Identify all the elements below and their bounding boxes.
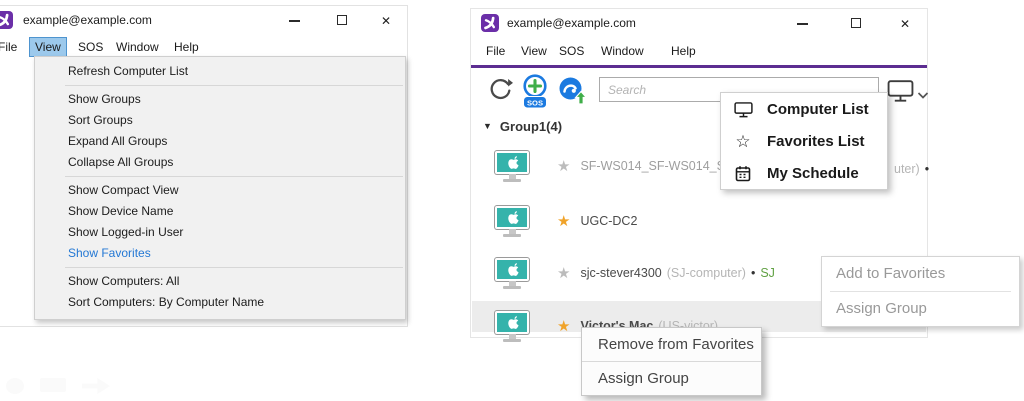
refresh-icon[interactable] xyxy=(487,77,513,108)
switcher-item-computer-list[interactable]: Computer List xyxy=(721,93,887,125)
context-item-add-to-favorites[interactable]: Add to Favorites xyxy=(822,257,1019,291)
group-name: Group1(4) xyxy=(500,119,562,134)
sos-badge-label: SOS xyxy=(527,98,543,107)
menu-sos[interactable]: SOS xyxy=(554,41,589,61)
favorite-star-icon[interactable]: ★ xyxy=(557,214,570,229)
menu-separator xyxy=(65,267,403,268)
menu-view[interactable]: View xyxy=(516,41,552,61)
window-title: example@example.com xyxy=(23,13,152,27)
mac-computer-icon xyxy=(495,206,529,237)
left-app-window: example@example.com ✕ File View SOS Wind… xyxy=(0,5,408,327)
computer-row-ugc-dc2[interactable]: ★ UGC-DC2 xyxy=(471,199,927,243)
chevron-down-icon[interactable] xyxy=(917,87,929,105)
minimize-button[interactable] xyxy=(289,14,303,28)
close-button[interactable]: ✕ xyxy=(381,14,395,28)
view-menu-dropdown: Refresh Computer List Show Groups Sort G… xyxy=(34,56,406,320)
view-switcher-monitor-icon[interactable] xyxy=(887,79,914,107)
sos-icon[interactable]: SOS xyxy=(519,73,551,115)
menu-separator xyxy=(65,85,403,86)
left-titlebar[interactable]: example@example.com ✕ xyxy=(0,6,407,34)
splashtop-app-icon xyxy=(481,14,499,32)
menu-help[interactable]: Help xyxy=(666,41,701,61)
computer-name: UGC-DC2 xyxy=(580,214,637,228)
favorite-star-icon[interactable]: ★ xyxy=(557,266,570,281)
close-button[interactable]: ✕ xyxy=(900,17,914,31)
status-dot: • xyxy=(751,266,755,280)
context-menu-remove-favorites: Remove from Favorites Assign Group xyxy=(581,327,762,396)
menu-item-sort-groups[interactable]: Sort Groups xyxy=(35,110,405,131)
group-header[interactable]: ▼ Group1(4) xyxy=(483,117,562,135)
switcher-item-favorites-list[interactable]: ☆ Favorites List xyxy=(721,125,887,157)
right-titlebar[interactable]: example@example.com ✕ xyxy=(471,9,927,37)
computer-name: sjc-stever4300 xyxy=(580,266,661,280)
menu-file[interactable]: File xyxy=(481,41,510,61)
menu-window[interactable]: Window xyxy=(111,37,164,57)
menu-item-collapse-all-groups[interactable]: Collapse All Groups xyxy=(35,152,405,173)
menu-item-show-favorites[interactable]: Show Favorites xyxy=(35,243,405,264)
menu-item-sort-computers-by-name[interactable]: Sort Computers: By Computer Name xyxy=(35,292,405,313)
menu-item-show-groups[interactable]: Show Groups xyxy=(35,89,405,110)
context-menu-favorites: Add to Favorites Assign Group xyxy=(821,256,1020,327)
menu-window[interactable]: Window xyxy=(596,41,649,61)
logged-in-user: SJ xyxy=(760,266,775,280)
window-title: example@example.com xyxy=(507,16,636,30)
menu-view-active[interactable]: View xyxy=(29,37,67,57)
calendar-icon xyxy=(733,165,753,182)
mac-computer-icon xyxy=(495,311,529,342)
share-screen-icon[interactable] xyxy=(557,76,589,111)
collapse-arrow-icon: ▼ xyxy=(483,121,492,131)
context-item-assign-group[interactable]: Assign Group xyxy=(822,292,1019,326)
context-item-assign-group[interactable]: Assign Group xyxy=(582,362,761,395)
menu-item-refresh-computer-list[interactable]: Refresh Computer List xyxy=(35,61,405,82)
context-item-remove-from-favorites[interactable]: Remove from Favorites xyxy=(582,328,761,361)
app-logo-icon xyxy=(481,14,499,32)
menu-separator xyxy=(65,176,403,177)
maximize-button[interactable] xyxy=(851,17,865,31)
mac-computer-icon xyxy=(495,151,529,182)
computer-name-tail: uter) • xyxy=(894,161,929,177)
star-outline-icon: ☆ xyxy=(733,133,753,150)
mac-computer-icon xyxy=(495,258,529,289)
menu-item-show-logged-in-user[interactable]: Show Logged-in User xyxy=(35,222,405,243)
maximize-button[interactable] xyxy=(337,14,351,28)
menu-item-show-compact-view[interactable]: Show Compact View xyxy=(35,180,405,201)
minimize-button[interactable] xyxy=(797,17,811,31)
favorite-star-icon[interactable]: ★ xyxy=(557,319,570,334)
menu-file[interactable]: File xyxy=(0,37,22,57)
app-logo-icon xyxy=(0,11,13,29)
faded-artifact-icons xyxy=(6,378,110,394)
menu-item-expand-all-groups[interactable]: Expand All Groups xyxy=(35,131,405,152)
purple-accent-divider xyxy=(471,65,927,68)
monitor-icon xyxy=(733,101,753,118)
menu-item-show-device-name[interactable]: Show Device Name xyxy=(35,201,405,222)
status-dot: • xyxy=(925,162,929,176)
view-switcher-dropdown: Computer List ☆ Favorites List My Schedu… xyxy=(720,92,888,190)
menu-item-show-computers-all[interactable]: Show Computers: All xyxy=(35,271,405,292)
device-name: (SJ-computer) xyxy=(667,266,746,280)
favorite-star-icon[interactable]: ★ xyxy=(557,159,570,174)
switcher-item-my-schedule[interactable]: My Schedule xyxy=(721,157,887,189)
menu-help[interactable]: Help xyxy=(169,37,204,57)
menu-sos[interactable]: SOS xyxy=(73,37,108,57)
splashtop-app-icon xyxy=(0,11,13,29)
computer-name: SF-WS014_SF-WS014_SF xyxy=(580,159,732,173)
